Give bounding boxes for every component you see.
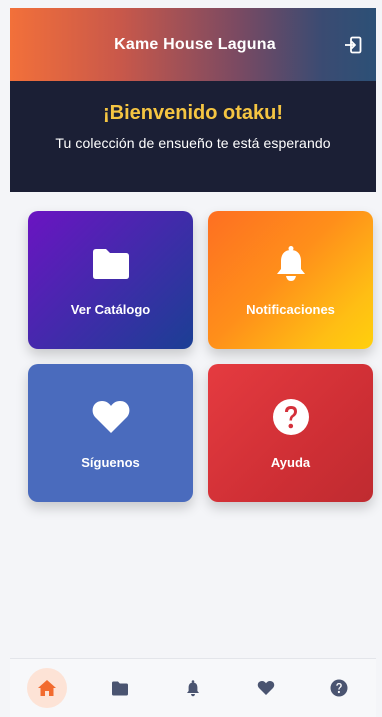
heart-icon [257,681,275,695]
follow-us-card-label: Síguenos [81,454,140,470]
home-icon [37,680,56,696]
logout-button[interactable] [342,34,364,56]
nav-help[interactable] [319,668,359,708]
app-root: Kame House Laguna ¡Bienvenido otaku! Tu … [0,0,382,717]
catalog-card-label: Ver Catálogo [70,301,151,317]
notifications-card[interactable]: Notificaciones [208,211,373,349]
welcome-banner: ¡Bienvenido otaku! Tu colección de ensue… [10,81,376,192]
follow-us-card[interactable]: Síguenos [28,364,193,502]
welcome-title: ¡Bienvenido otaku! [102,102,283,124]
nav-follow[interactable] [246,668,286,708]
help-card-label: Ayuda [270,454,311,470]
heart-icon [91,397,131,437]
folder-icon [91,244,131,284]
bell-icon [275,244,307,284]
catalog-card[interactable]: Ver Catálogo [28,211,193,349]
help-card[interactable]: Ayuda [208,364,373,502]
question-circle-icon [272,397,310,437]
bell-icon [186,679,199,696]
welcome-subtitle: Tu colección de ensueño te está esperand… [55,135,331,151]
notifications-card-label: Notificaciones [246,301,335,317]
app-header: Kame House Laguna [10,8,376,81]
help-icon [330,679,348,697]
logout-icon [345,36,362,54]
nav-home[interactable] [26,668,67,708]
app-title: Kame House Laguna [114,35,276,53]
folder-icon [111,681,128,695]
nav-notifications[interactable] [173,668,213,708]
bottom-nav [10,658,376,717]
nav-catalog[interactable] [100,668,140,708]
